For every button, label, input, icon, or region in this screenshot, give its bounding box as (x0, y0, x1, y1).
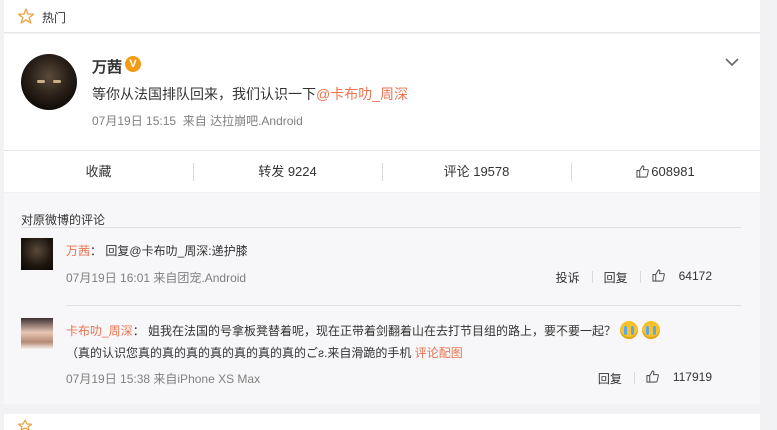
comment-like-count: 117919 (672, 370, 712, 384)
post-mention-link[interactable]: @卡布叻_周深 (316, 86, 408, 102)
star-icon (18, 8, 34, 24)
comment-text-line2: （真的认识您真的真的真的真的真的真的真的ごƨ.来自滑跪的手机 评论配图 (66, 344, 463, 361)
weibo-post: 万茜 V 等你从法国排队回来，我们认识一下@卡布叻_周深 07月19日 15:1… (4, 34, 760, 192)
post-time[interactable]: 07月19日 15:15 (92, 114, 176, 128)
author-avatar[interactable] (21, 54, 77, 110)
crying-emoji-icon (642, 321, 661, 339)
post-action-bar: 收藏 转发 9224 评论 19578 608981 (4, 150, 760, 193)
original-comments: 对原微博的评论 万茜： 回复@卡布叻_周深:递护膝 07月19日 16:01 来… (4, 193, 760, 404)
divider (21, 227, 741, 228)
repost-button[interactable]: 转发 9224 (193, 151, 382, 193)
post-text: 等你从法国排队回来，我们认识一下@卡布叻_周深 (92, 84, 408, 104)
hot-header: 热门 (4, 0, 760, 33)
comment-meta: 07月19日 15:38 来自iPhone XS Max (66, 372, 261, 386)
comment-actions: 回复 117919 (586, 370, 736, 387)
comment-button[interactable]: 评论 19578 (382, 151, 571, 193)
comment-label: 评论 19578 (443, 164, 510, 179)
comment-body-continued: （真的认识您真的真的真的真的真的真的真的ごƨ.来自滑跪的手机 (66, 346, 412, 360)
crying-emoji-icon (620, 321, 639, 339)
comment-like-button[interactable]: 64172 (639, 269, 736, 286)
author-name[interactable]: 万茜 (92, 56, 122, 77)
comment-body: 姐我在法国的号拿板凳替着呢，现在正带着剑翻着山在去打节目组的路上，要不要一起？ (148, 324, 617, 338)
commenter-name[interactable]: 卡布叻_周深 (66, 324, 133, 338)
comments-title: 对原微博的评论 (21, 213, 106, 227)
verified-badge-icon: V (125, 56, 141, 72)
comment-mention-link[interactable]: @卡布叻_周深 (129, 244, 208, 258)
star-icon (18, 420, 32, 430)
favorite-button[interactable]: 收藏 (4, 151, 193, 193)
comment-colon: ： (132, 324, 145, 338)
report-button[interactable]: 投诉 (544, 269, 592, 286)
commenter-avatar[interactable] (21, 238, 53, 270)
post-meta: 07月19日 15:15 来自 达拉崩吧.Android (92, 112, 303, 129)
chevron-down-icon[interactable] (724, 56, 740, 68)
favorite-label: 收藏 (85, 164, 112, 179)
commenter-avatar[interactable] (21, 318, 53, 350)
comment-text: 万茜： 回复@卡布叻_周深:递护膝 (66, 242, 248, 259)
comment-colon: ： (90, 244, 103, 258)
comment-like-button[interactable]: 117919 (633, 370, 736, 387)
reply-button[interactable]: 回复 (586, 370, 634, 387)
repost-label: 转发 9224 (258, 164, 317, 179)
comment-like-count: 64172 (678, 269, 712, 283)
post-text-body: 等你从法国排队回来，我们认识一下 (92, 86, 316, 102)
hot-label: 热门 (42, 11, 67, 25)
comment-reply-prefix: 回复 (105, 244, 130, 258)
comment-image-link[interactable]: 评论配图 (415, 346, 463, 360)
thumbs-up-icon (652, 269, 665, 282)
like-button[interactable]: 608981 (571, 151, 760, 193)
commenter-name[interactable]: 万茜 (66, 244, 90, 258)
comment-text: 卡布叻_周深： 姐我在法国的号拿板凳替着呢，现在正带着剑翻着山在去打节目组的路上… (66, 321, 661, 339)
comment-actions: 投诉 回复 64172 (544, 269, 736, 286)
next-card-peek (4, 414, 760, 430)
page-gutter (760, 0, 777, 430)
thumbs-up-icon (636, 165, 650, 178)
comment-body: :递护膝 (208, 244, 248, 258)
post-source: 来自 达拉崩吧.Android (182, 114, 303, 128)
thumbs-up-icon (646, 370, 659, 383)
like-count: 608981 (651, 164, 695, 179)
comment-divider (66, 305, 741, 306)
comment-meta: 07月19日 16:01 来自团宠.Android (66, 271, 247, 285)
reply-button[interactable]: 回复 (591, 269, 640, 286)
